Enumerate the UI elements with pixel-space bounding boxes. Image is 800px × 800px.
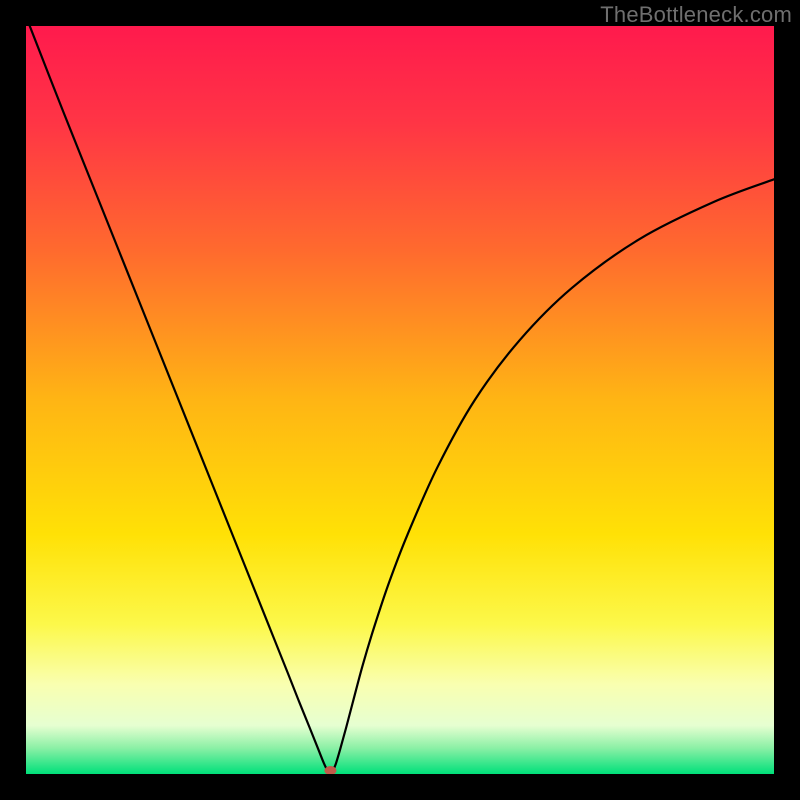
chart-background	[26, 26, 774, 774]
bottleneck-chart	[26, 26, 774, 774]
attribution-text: TheBottleneck.com	[600, 2, 792, 28]
chart-frame	[26, 26, 774, 774]
